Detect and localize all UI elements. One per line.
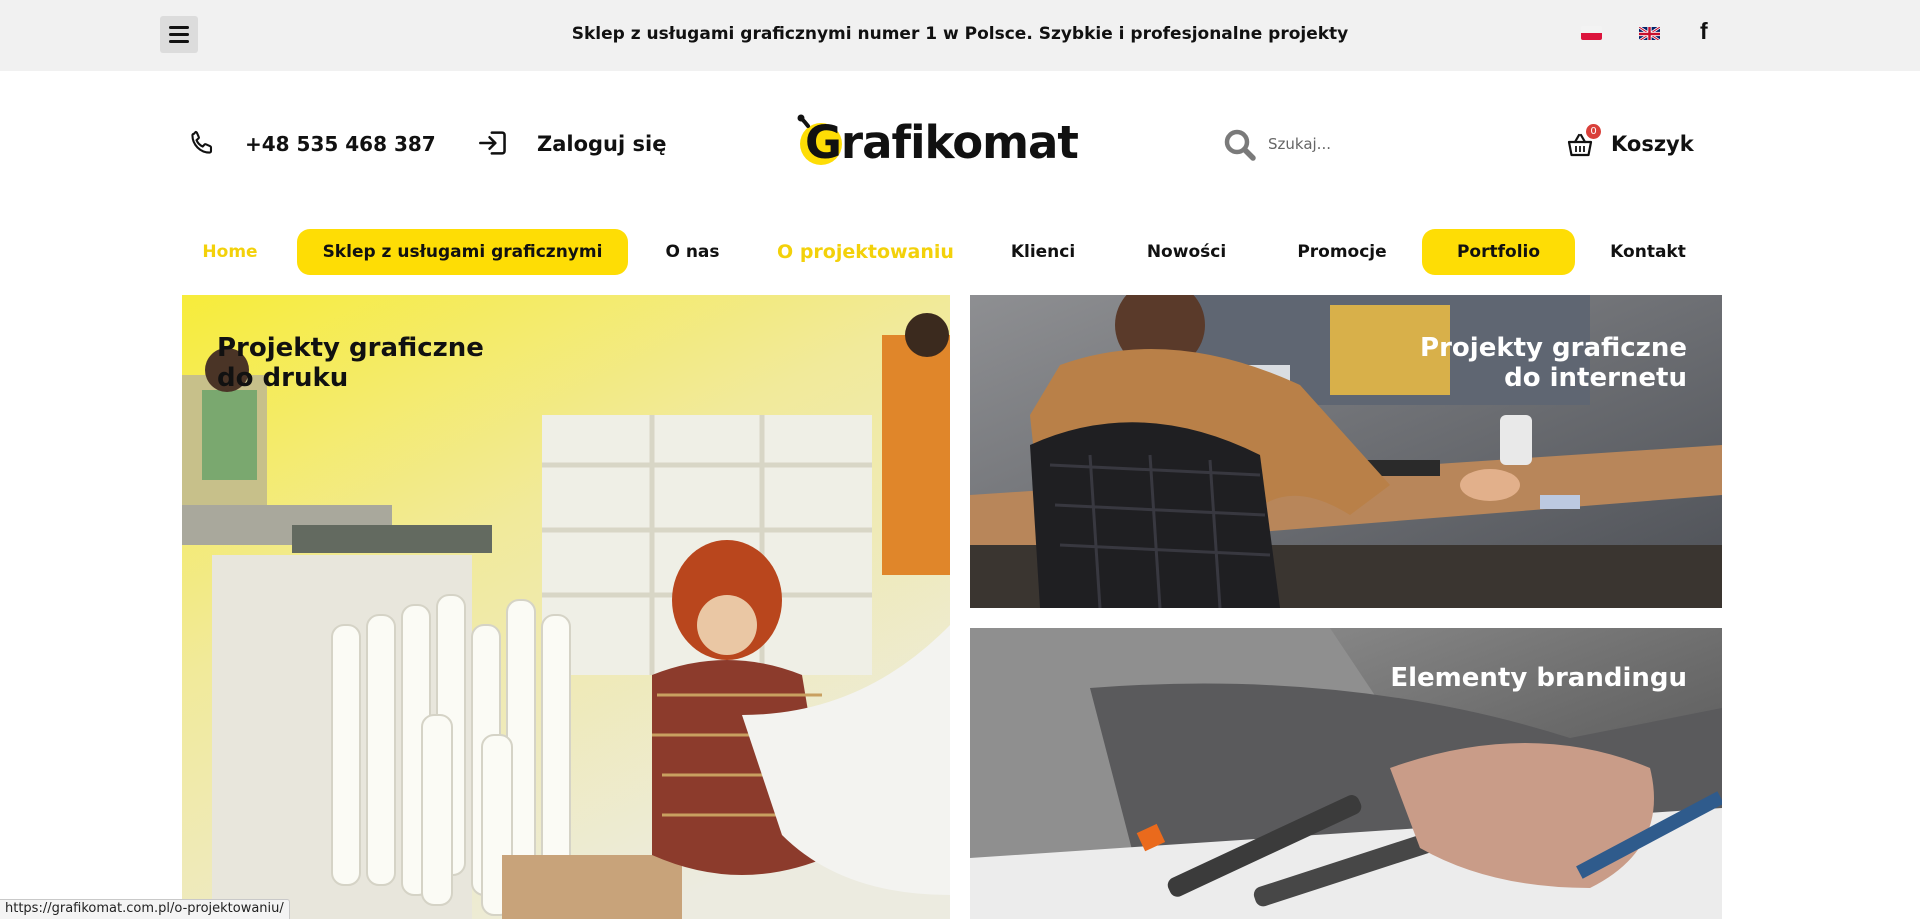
- nav-contact[interactable]: Kontakt: [1610, 229, 1686, 275]
- cart-link[interactable]: Koszyk: [1611, 132, 1694, 156]
- facebook-icon[interactable]: f: [1700, 18, 1708, 45]
- top-tagline: Sklep z usługami graficznymi numer 1 w P…: [571, 24, 1349, 44]
- nav-portfolio[interactable]: Portfolio: [1422, 229, 1575, 275]
- search-input[interactable]: [1268, 131, 1468, 157]
- status-bar-url: https://grafikomat.com.pl/o-projektowani…: [0, 899, 290, 919]
- nav-about[interactable]: O nas: [655, 229, 730, 275]
- nav-promotions[interactable]: Promocje: [1296, 229, 1388, 275]
- nav-shop[interactable]: Sklep z usługami graficznymi: [297, 229, 628, 275]
- flag-en-icon[interactable]: [1639, 26, 1660, 40]
- tile-branding-title: Elementy brandingu: [1390, 663, 1687, 693]
- logo[interactable]: Grafikomat: [795, 110, 1095, 172]
- nav-clients[interactable]: Klienci: [1002, 229, 1084, 275]
- tile-print-title: Projekty graficzne do druku: [217, 333, 484, 393]
- nav-home[interactable]: Home: [195, 229, 265, 275]
- nav-design[interactable]: O projektowaniu: [777, 229, 954, 275]
- login-link[interactable]: Zaloguj się: [537, 132, 666, 156]
- top-bar: Sklep z usługami graficznymi numer 1 w P…: [0, 0, 1920, 71]
- cart-count-badge: 0: [1586, 124, 1601, 139]
- phone-icon: [191, 130, 213, 154]
- phone-number[interactable]: +48 535 468 387: [245, 132, 436, 156]
- tile-web-title: Projekty graficzne do internetu: [1420, 333, 1687, 393]
- tile-print-design[interactable]: Projekty graficzne do druku: [182, 295, 950, 919]
- tile-web-design[interactable]: Projekty graficzne do internetu: [970, 295, 1722, 608]
- logo-text: Grafikomat: [805, 116, 1079, 169]
- login-icon[interactable]: [478, 129, 508, 157]
- flag-pl-icon[interactable]: [1581, 26, 1602, 40]
- search-icon[interactable]: [1223, 128, 1257, 162]
- nav-news[interactable]: Nowości: [1140, 229, 1233, 275]
- tile-branding[interactable]: Elementy brandingu: [970, 628, 1722, 919]
